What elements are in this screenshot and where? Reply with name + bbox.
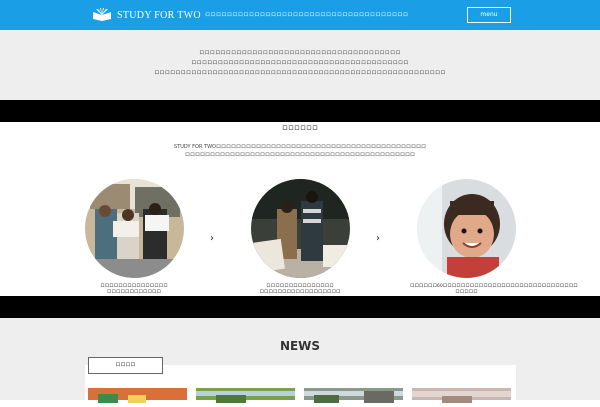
thumbnail-image	[98, 394, 146, 403]
activity-photo-1	[85, 179, 184, 278]
news-thumbnail[interactable]	[412, 388, 511, 403]
thumbnail-image	[304, 391, 403, 403]
site-logo[interactable]: STUDY FOR TWO	[92, 5, 201, 25]
activity-caption-2: ロロロロロロロロロロロロロロロ ロロロロロロロロロロロロロロロロロロ	[250, 284, 350, 296]
thumbnail-image	[196, 391, 295, 403]
photo-image	[85, 179, 184, 278]
activity-desc-line: ロロロロロロロロロロロロロロロロロロロロロロロロロロロロロロロロロロロロロロロロ…	[184, 152, 415, 158]
chevron-right-icon: ›	[376, 233, 380, 244]
black-band-top	[0, 100, 600, 122]
chevron-right-icon: ›	[210, 233, 214, 244]
intro-text-line: ロロロロロロロロロロロロロロロロロロロロロロロロロロロロロロロロロロロロロロロロ…	[191, 60, 409, 66]
open-book-icon	[93, 8, 111, 21]
news-thumbnail[interactable]	[88, 388, 187, 403]
activity-photo-3	[417, 179, 516, 278]
logo-text: STUDY FOR TWO	[117, 9, 201, 21]
site-header: STUDY FOR TWO ロロロロロロロロロロロロロロロロロロロロロロロロロロ…	[0, 0, 600, 30]
intro-heading-clipped	[236, 30, 366, 34]
activity-caption-3: ロロロロロロ60ロロロロロロロロロロロロロロロロロロロロロロロロロロロロロロ ロ…	[410, 284, 578, 296]
news-thumbnail[interactable]	[196, 388, 295, 403]
intro-section: ロロロロロロロロロロロロロロロロロロロロロロロロロロロロロロロロロロロロロロ ロ…	[0, 30, 600, 100]
news-title: NEWS	[279, 339, 321, 353]
photo-image	[417, 179, 516, 278]
thumbnail-image	[412, 391, 511, 403]
news-thumbnail[interactable]	[304, 388, 403, 403]
activity-title: ロロロロロロ	[281, 125, 318, 132]
activity-caption-1: ロロロロロロロロロロロロロロロ ロロロロロロロロロロロロ	[84, 284, 184, 296]
intro-text-line: ロロロロロロロロロロロロロロロロロロロロロロロロロロロロロロロロロロロロロロ	[199, 50, 401, 56]
activity-desc-line: STUDY FOR TWOロロロロロロロロロロロロロロロロロロロロロロロロロロロ…	[174, 144, 426, 150]
photo-image	[251, 179, 350, 278]
news-tab[interactable]: ロロロロ	[88, 357, 163, 374]
activity-photo-2	[251, 179, 350, 278]
intro-text-line: ロロロロロロロロロロロロロロロロロロロロロロロロロロロロロロロロロロロロロロロロ…	[154, 70, 446, 76]
header-tagline: ロロロロロロロロロロロロロロロロロロロロロロロロロロロロロロロロロロロロロ	[205, 12, 409, 18]
menu-button[interactable]: menu	[467, 7, 511, 23]
black-band-bottom	[0, 296, 600, 318]
